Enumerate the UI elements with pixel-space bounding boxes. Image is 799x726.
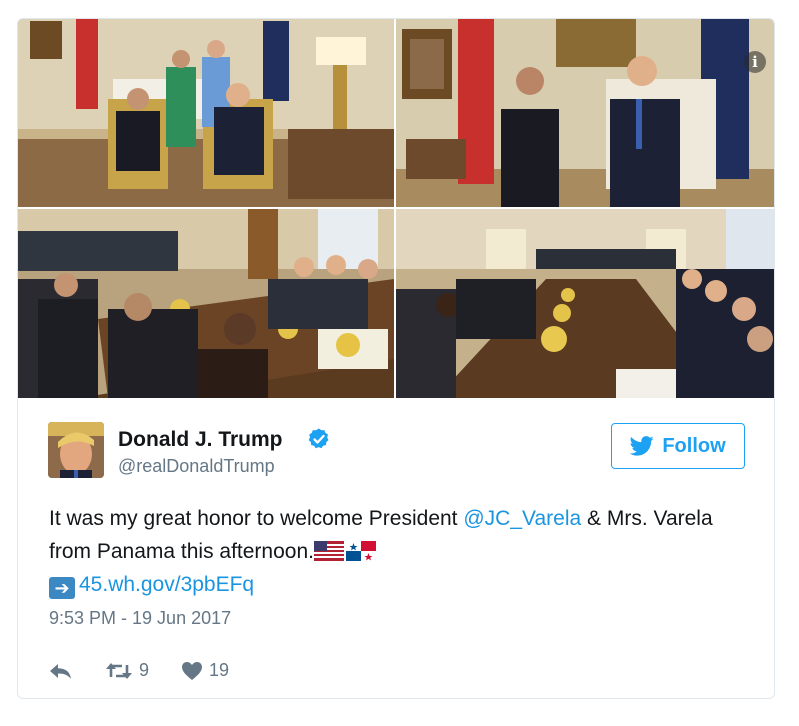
handle[interactable]: @realDonaldTrump bbox=[118, 456, 275, 477]
twitter-bird-icon bbox=[630, 436, 654, 456]
tweet-actions: 9 19 bbox=[49, 660, 261, 681]
tweet-link[interactable]: 45.wh.gov/3pbEFq bbox=[79, 573, 254, 596]
retweet-button[interactable]: 9 bbox=[105, 660, 149, 681]
verified-badge-icon bbox=[308, 428, 329, 449]
right-arrow-icon: ➔ bbox=[49, 577, 75, 599]
mention-link[interactable]: @JC_Varela bbox=[463, 507, 581, 530]
heart-icon bbox=[182, 661, 203, 680]
photo-grid: i bbox=[18, 19, 774, 398]
photo-cabinet-room-table[interactable] bbox=[396, 209, 774, 398]
follow-button[interactable]: Follow bbox=[611, 423, 745, 469]
info-icon[interactable]: i bbox=[744, 51, 766, 73]
tweet-text: It was my great honor to welcome Preside… bbox=[49, 502, 749, 601]
like-count: 19 bbox=[209, 660, 230, 680]
reply-button[interactable] bbox=[49, 661, 73, 681]
tweet-card: i Donald J. Trump @realDonaldTrump Follo… bbox=[17, 18, 775, 699]
tweet-text-part-1: It was my great honor to welcome Preside… bbox=[49, 507, 464, 530]
avatar[interactable] bbox=[48, 422, 104, 478]
us-flag-icon bbox=[313, 541, 344, 561]
reply-icon bbox=[50, 663, 71, 679]
follow-label: Follow bbox=[662, 434, 726, 457]
retweet-icon bbox=[106, 662, 132, 679]
photo-oval-office-standing[interactable]: i bbox=[396, 19, 774, 207]
panama-flag-icon bbox=[345, 541, 376, 561]
tweet-timestamp[interactable]: 9:53 PM - 19 Jun 2017 bbox=[49, 608, 231, 629]
tweet-body: Donald J. Trump @realDonaldTrump Follow … bbox=[18, 398, 774, 698]
photo-cabinet-room-left[interactable] bbox=[18, 209, 394, 398]
like-button[interactable]: 19 bbox=[181, 660, 229, 681]
photo-oval-office-seated[interactable] bbox=[18, 19, 394, 207]
retweet-count: 9 bbox=[139, 660, 150, 680]
display-name[interactable]: Donald J. Trump bbox=[118, 428, 283, 452]
